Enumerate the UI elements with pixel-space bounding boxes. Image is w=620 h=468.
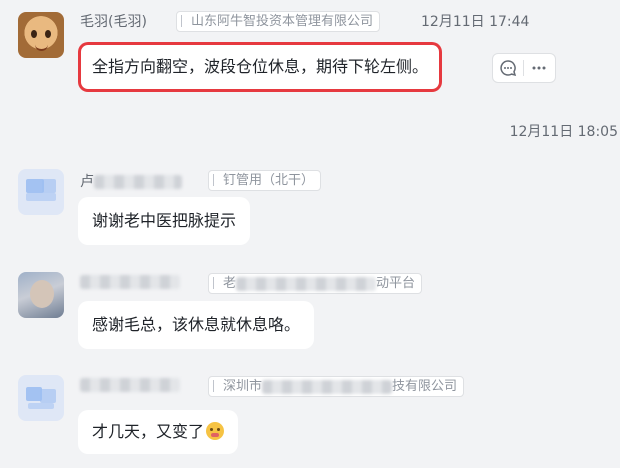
message-bubble[interactable]: 谢谢老中医把脉提示 [78, 197, 251, 245]
reply-icon[interactable] [493, 54, 523, 82]
sender-org-tag: 老动平台 [208, 273, 423, 294]
message-item: 深圳市 技有限公司 才几天，又变了 [0, 375, 620, 465]
message-text: 才几天，又变了 [92, 422, 205, 441]
avatar[interactable] [18, 12, 64, 58]
sender-org-tag: 钉管用（北干） [208, 170, 322, 191]
sender-org-tag: 山东阿牛智投资本管理有限公司 [176, 11, 381, 32]
avatar[interactable] [18, 169, 64, 215]
message-bubble[interactable]: 全指方向翻空，波段仓位休息，期待下轮左侧。 [78, 42, 443, 92]
more-icon[interactable] [524, 54, 554, 82]
message-item: 老动平台 感谢毛总，该休息就休息咯。 [0, 272, 620, 352]
message-bubble[interactable]: 才几天，又变了 [78, 410, 239, 454]
message-actions [492, 53, 556, 83]
scream-emoji [206, 422, 225, 440]
message-bubble[interactable]: 感谢毛总，该休息就休息咯。 [78, 301, 315, 349]
message-time: 12月11日 17:44 [421, 14, 530, 30]
sender-org-tag: 深圳市 技有限公司 [208, 376, 465, 397]
message-item: 卢 钉管用（北干） 谢谢老中医把脉提示 [0, 169, 620, 249]
message-text: 全指方向翻空，波段仓位休息，期待下轮左侧。 [92, 57, 429, 76]
message-text: 谢谢老中医把脉提示 [92, 211, 237, 230]
avatar[interactable] [18, 272, 64, 318]
time-divider: 12月11日 18:05 [509, 124, 618, 140]
message-text: 感谢毛总，该休息就休息咯。 [92, 315, 301, 334]
avatar[interactable] [18, 375, 64, 421]
sender-name[interactable] [80, 377, 180, 393]
sender-name[interactable] [80, 274, 180, 290]
sender-name[interactable]: 毛羽(毛羽) [80, 11, 147, 31]
sender-name[interactable]: 卢 [80, 171, 182, 191]
